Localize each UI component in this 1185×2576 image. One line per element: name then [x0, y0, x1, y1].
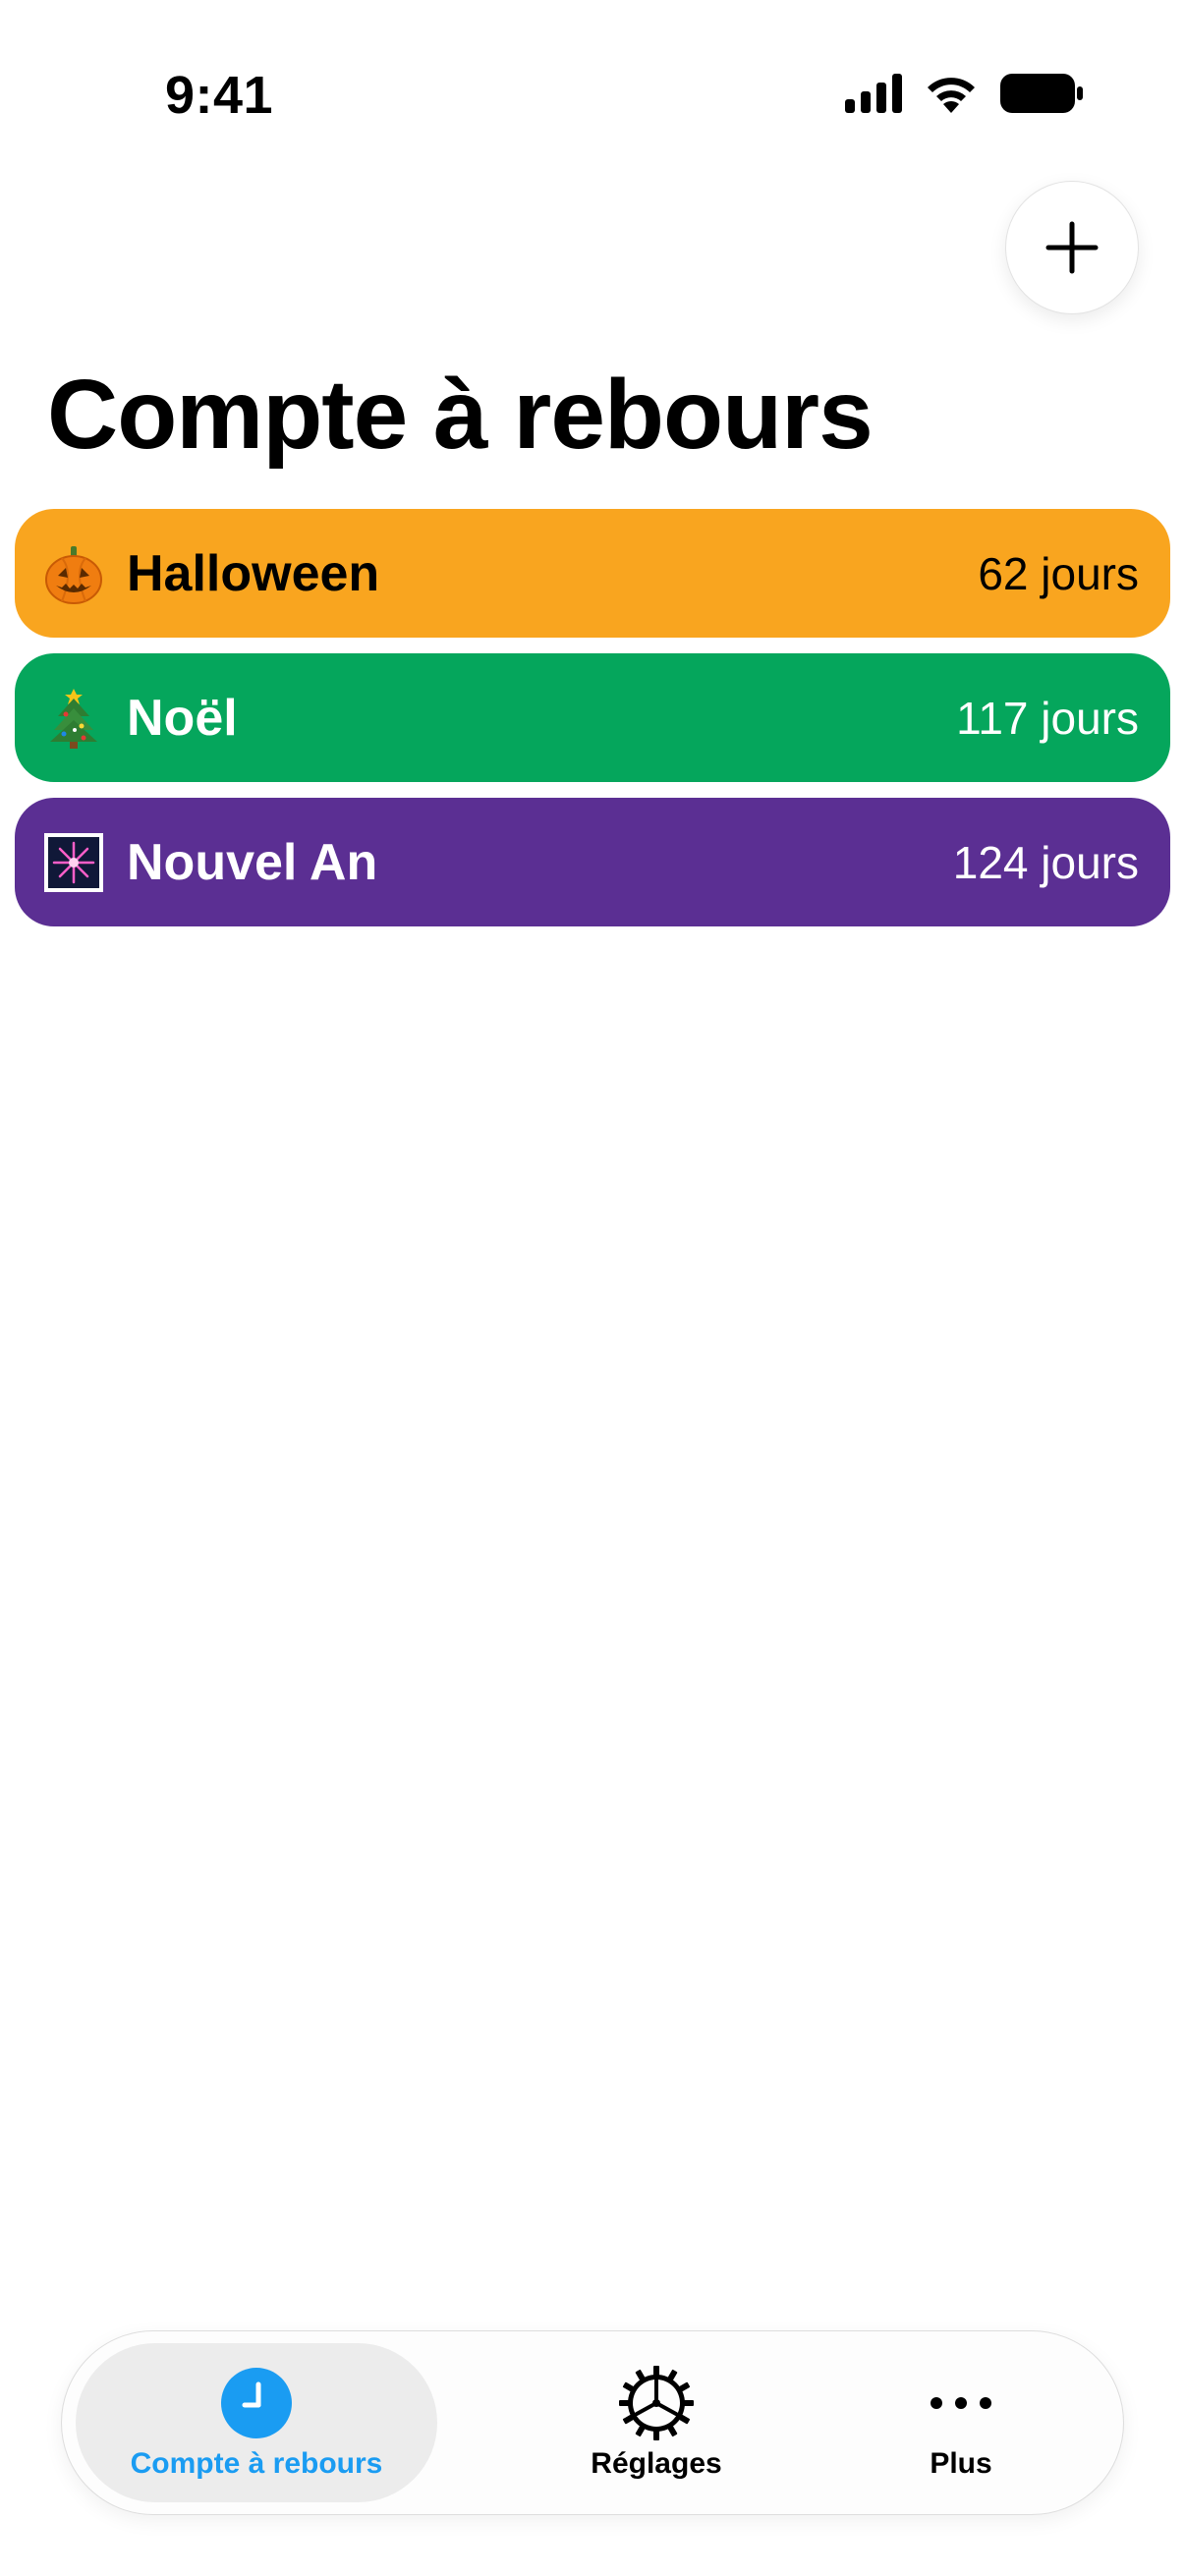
cellular-signal-icon [845, 74, 902, 113]
page-title: Compte à rebours [47, 360, 874, 470]
fireworks-icon [42, 831, 105, 894]
countdown-name: Halloween [127, 544, 380, 602]
countdown-row-nouvel-an[interactable]: Nouvel An 124 jours [15, 798, 1170, 926]
jack-o-lantern-icon [42, 542, 105, 605]
countdown-row-noel[interactable]: Noël 117 jours [15, 653, 1170, 782]
tab-settings[interactable]: Réglages [475, 2343, 838, 2502]
clock-icon [218, 2365, 295, 2441]
countdown-days: 62 jours [978, 547, 1139, 599]
tab-label: Compte à rebours [130, 2447, 383, 2480]
countdown-name: Nouvel An [127, 833, 378, 891]
plus-icon [1045, 221, 1099, 274]
battery-icon [1000, 74, 1083, 113]
tab-bar: Compte à rebours Réglages Plus [61, 2330, 1124, 2515]
countdown-days: 117 jours [956, 692, 1139, 744]
tab-label: Plus [930, 2447, 992, 2480]
tab-label: Réglages [591, 2447, 722, 2480]
countdown-days: 124 jours [952, 836, 1139, 888]
status-icons [845, 73, 1083, 114]
wifi-icon [928, 78, 975, 113]
add-countdown-button[interactable] [1005, 181, 1139, 314]
christmas-tree-icon [42, 687, 105, 750]
countdown-name: Noël [127, 689, 238, 747]
gear-icon [618, 2365, 695, 2441]
status-time: 9:41 [165, 66, 274, 125]
more-icon [923, 2365, 999, 2441]
status-bar: 9:41 [0, 0, 1185, 196]
tab-more[interactable]: Plus [818, 2343, 1103, 2502]
countdown-list: Halloween 62 jours Noël 117 jours Nouvel… [15, 509, 1170, 942]
countdown-row-halloween[interactable]: Halloween 62 jours [15, 509, 1170, 638]
tab-countdown[interactable]: Compte à rebours [76, 2343, 437, 2502]
